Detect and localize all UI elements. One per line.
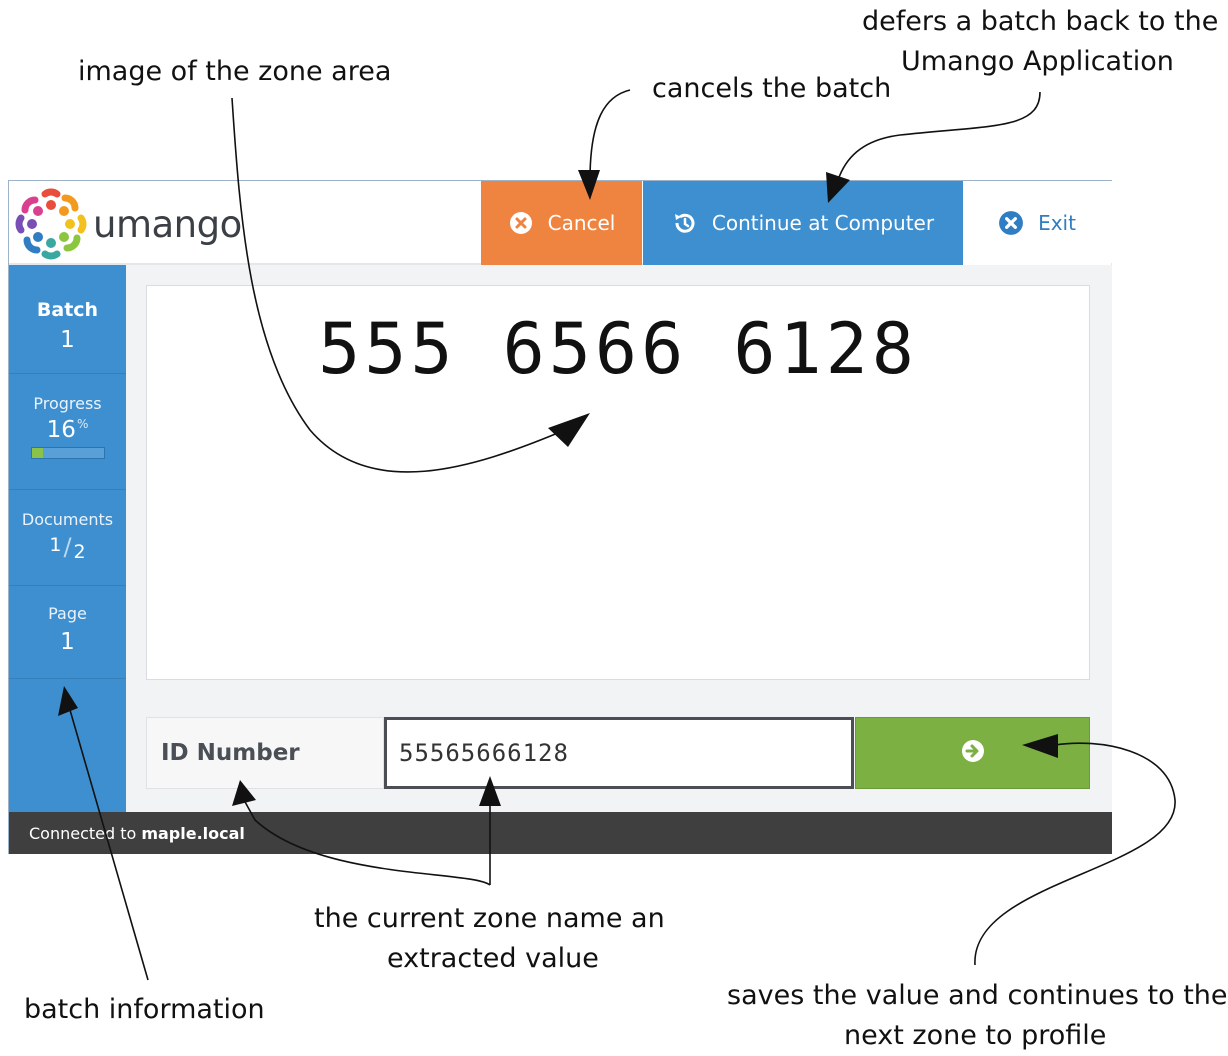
connection-prefix: Connected to: [29, 823, 137, 843]
annotation-batch-information: batch information: [24, 994, 265, 1025]
exit-label: Exit: [1038, 211, 1076, 235]
header-bar: umango Cancel Continue at Computer Exit: [9, 181, 1112, 265]
progress-section: Progress 16%: [9, 374, 126, 490]
annotation-zone-name-line1: the current zone name an: [314, 903, 665, 934]
cancel-label: Cancel: [547, 211, 616, 235]
connection-status-bar: Connected to maple.local: [9, 812, 1112, 854]
x-circle-icon: [508, 210, 534, 236]
batch-info-sidebar: Batch 1 Progress 16% Documents 1/2 Page …: [9, 265, 126, 812]
cancel-button[interactable]: Cancel: [481, 181, 642, 265]
annotation-image-of-zone: image of the zone area: [78, 56, 392, 87]
documents-section: Documents 1/2: [9, 490, 126, 586]
progress-value: 16: [46, 417, 76, 443]
annotation-saves-line2: next zone to profile: [844, 1020, 1107, 1051]
zone-entry-row: ID Number: [146, 717, 1090, 789]
save-and-next-button[interactable]: [855, 717, 1090, 789]
continue-label: Continue at Computer: [711, 211, 935, 235]
zone-value-input[interactable]: [384, 717, 854, 789]
history-icon: [672, 210, 698, 236]
progress-unit: %: [76, 417, 89, 431]
page-label: Page: [48, 604, 87, 623]
documents-current: 1: [49, 534, 62, 556]
batch-section: Batch 1: [9, 265, 126, 374]
page-section: Page 1: [9, 586, 126, 679]
app-window: umango Cancel Continue at Computer Exit …: [8, 180, 1112, 854]
exit-button[interactable]: Exit: [963, 181, 1111, 265]
umango-flower-logo-icon: [15, 188, 87, 260]
annotation-defers-line2: Umango Application: [901, 46, 1174, 77]
documents-total: 2: [73, 541, 86, 563]
progress-bar-fill: [31, 448, 44, 458]
arrow-to-cancel: [589, 89, 631, 181]
zone-name-label: ID Number: [146, 717, 384, 789]
progress-label: Progress: [33, 394, 102, 413]
zone-panel: 555 6566 6128 ID Number: [126, 265, 1112, 812]
annotation-cancels-batch: cancels the batch: [652, 73, 892, 104]
batch-label: Batch: [36, 299, 99, 321]
documents-separator: /: [63, 533, 72, 561]
documents-readout: 1/2: [9, 533, 126, 563]
connection-host: maple.local: [141, 823, 245, 843]
annotation-zone-name-line2: extracted value: [387, 943, 599, 974]
page-value: 1: [60, 629, 75, 655]
progress-bar: [30, 447, 105, 459]
zone-image-text: 555 6566 6128: [318, 308, 918, 390]
logo-text: umango: [93, 202, 242, 246]
documents-label: Documents: [21, 510, 114, 529]
progress-readout: 16%: [9, 417, 126, 443]
annotation-defers-line1: defers a batch back to the: [862, 6, 1219, 37]
umango-logo: umango: [15, 188, 242, 260]
x-circle-icon: [998, 210, 1024, 236]
arrow-right-circle-icon: [961, 739, 985, 768]
continue-at-computer-button[interactable]: Continue at Computer: [643, 181, 963, 265]
annotation-saves-line1: saves the value and continues to the: [727, 980, 1228, 1011]
batch-value: 1: [60, 327, 75, 353]
zone-image: 555 6566 6128: [146, 285, 1090, 680]
